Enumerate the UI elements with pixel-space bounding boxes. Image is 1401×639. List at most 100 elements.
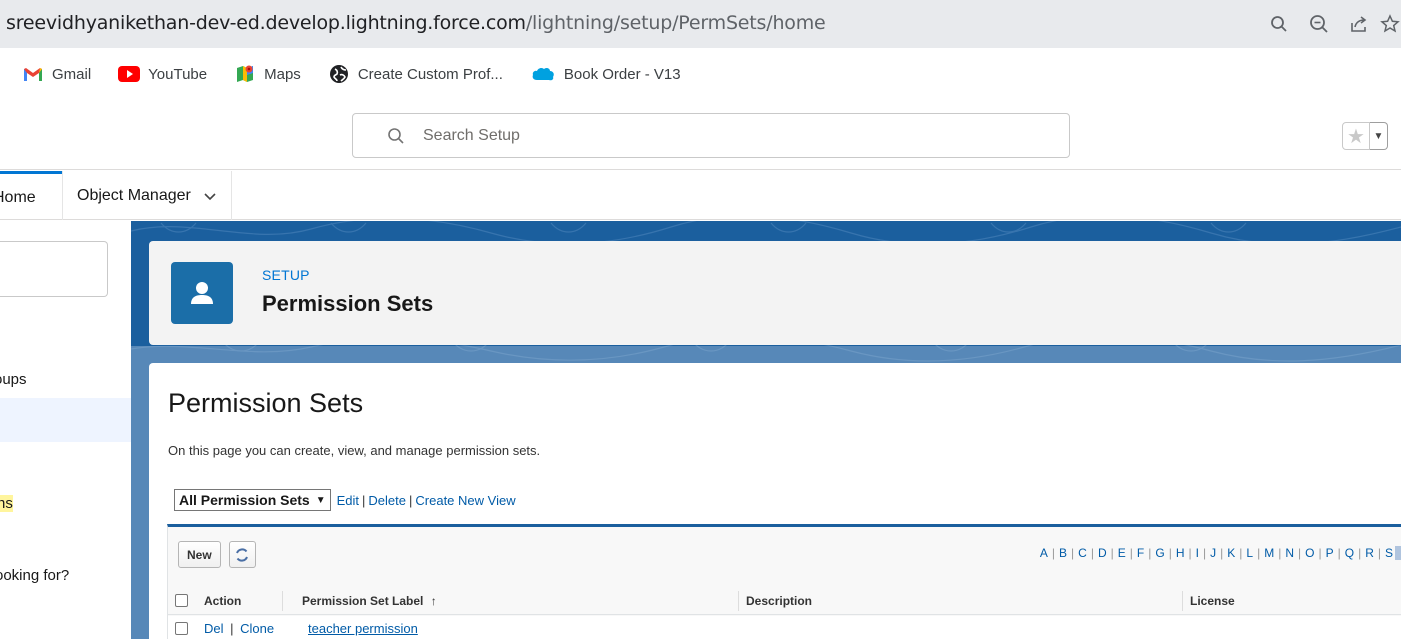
alphabet-letter-e[interactable]: E [1118, 546, 1126, 560]
sidebar-item-help[interactable]: ooking for? [0, 567, 69, 584]
sidebar-item-label: ooking for? [0, 567, 70, 584]
alphabet-letter-q[interactable]: Q [1345, 546, 1354, 560]
column-permission-set-label[interactable]: Permission Set Label ↑ [302, 594, 437, 608]
alphabet-separator: | [1148, 546, 1152, 560]
quick-find-input[interactable] [0, 241, 108, 297]
url-path: /lightning/setup/PermSets/home [525, 12, 826, 34]
view-select-value: All Permission Sets [179, 492, 310, 508]
column-description[interactable]: Description [746, 594, 812, 608]
alphabet-separator: | [1129, 546, 1133, 560]
column-divider [738, 591, 739, 611]
bookmark-label: Maps [264, 65, 301, 83]
page-header: SETUP Permission Sets [149, 241, 1401, 345]
star-icon[interactable] [1379, 10, 1401, 38]
alphabet-letter-s[interactable]: S [1385, 546, 1393, 560]
column-divider [282, 591, 283, 611]
alphabet-separator: | [1257, 546, 1261, 560]
alphabet-more-indicator [1395, 546, 1401, 560]
sidebar-item-permission-sets[interactable]: ns [0, 495, 13, 512]
alphabet-letter-r[interactable]: R [1365, 546, 1374, 560]
search-icon[interactable] [1259, 10, 1299, 38]
setup-nav: Home Object Manager [0, 171, 1401, 220]
separator: | [409, 492, 413, 508]
maps-icon [234, 65, 256, 83]
alphabet-letter-p[interactable]: P [1326, 546, 1334, 560]
alphabet-letter-h[interactable]: H [1176, 546, 1185, 560]
permission-sets-panel: Permission Sets On this page you can cre… [149, 363, 1401, 639]
chevron-down-icon[interactable] [203, 189, 217, 203]
alphabet-letter-a[interactable]: A [1040, 546, 1048, 560]
search-setup-input[interactable]: Search Setup [352, 113, 1070, 158]
alphabet-letter-n[interactable]: N [1285, 546, 1294, 560]
bookmark-label: Create Custom Prof... [357, 65, 503, 83]
row-checkbox[interactable] [175, 622, 188, 635]
bookmark-book-order[interactable]: Book Order - V13 [530, 65, 681, 83]
tab-object-manager-label: Object Manager [77, 186, 191, 204]
tab-object-manager[interactable]: Object Manager [62, 171, 232, 220]
alphabet-separator: | [1071, 546, 1075, 560]
edit-view-link[interactable]: Edit [337, 493, 359, 508]
table-row: Del | Clone teacher permission [168, 616, 1401, 639]
favorites-dropdown-icon[interactable]: ▼ [1370, 122, 1388, 150]
alphabet-separator: | [1220, 546, 1224, 560]
alphabet-letter-g[interactable]: G [1155, 546, 1164, 560]
globe-icon [328, 65, 350, 83]
clone-link[interactable]: Clone [240, 621, 274, 636]
bookmark-youtube[interactable]: YouTube [118, 65, 207, 83]
column-license[interactable]: License [1190, 594, 1235, 608]
zoom-out-icon[interactable] [1299, 10, 1339, 38]
alphabet-letter-d[interactable]: D [1098, 546, 1107, 560]
sidebar-item-label: oups [0, 371, 27, 388]
chevron-down-icon: ▼ [315, 494, 326, 506]
new-button[interactable]: New [178, 541, 221, 568]
url-host: sreevidhyanikethan-dev-ed.develop.lightn… [6, 12, 526, 34]
alphabet-separator: | [1110, 546, 1114, 560]
alphabet-letter-j[interactable]: J [1210, 546, 1216, 560]
alphabet-separator: | [1377, 546, 1381, 560]
page-title: Permission Sets [262, 291, 434, 316]
refresh-button[interactable] [228, 541, 256, 568]
search-icon [388, 127, 404, 144]
select-all-checkbox[interactable] [175, 594, 188, 607]
favorites-group: ★ ▼ [1342, 122, 1398, 150]
user-icon [171, 262, 233, 324]
bookmark-maps[interactable]: Maps [234, 65, 301, 83]
alphabet-separator: | [1202, 546, 1207, 560]
sidebar-item-groups[interactable]: oups [0, 371, 27, 388]
alphabet-letter-m[interactable]: M [1264, 546, 1274, 560]
del-link[interactable]: Del [204, 621, 224, 636]
alphabet-letter-l[interactable]: L [1246, 546, 1253, 560]
url-text[interactable]: sreevidhyanikethan-dev-ed.develop.lightn… [6, 12, 826, 34]
alphabet-letter-k[interactable]: K [1227, 546, 1235, 560]
new-button-label: New [187, 547, 212, 562]
delete-view-link[interactable]: Delete [368, 493, 406, 508]
alphabet-letter-i[interactable]: I [1196, 546, 1199, 560]
sidebar-item-label: ns [0, 495, 13, 512]
bookmark-create-custom-prof[interactable]: Create Custom Prof... [328, 65, 503, 83]
alphabet-separator: | [1090, 546, 1094, 560]
tab-home[interactable]: Home [0, 171, 62, 220]
separator: | [362, 492, 366, 508]
sidebar-item-selected[interactable] [0, 398, 131, 442]
create-new-view-link[interactable]: Create New View [415, 493, 515, 508]
share-icon[interactable] [1339, 10, 1379, 38]
alphabet-separator: | [1168, 546, 1172, 560]
content-heading: Permission Sets [168, 388, 364, 418]
column-divider [1182, 591, 1183, 611]
favorite-star-icon[interactable]: ★ [1342, 122, 1370, 150]
browser-address-bar[interactable]: sreevidhyanikethan-dev-ed.develop.lightn… [0, 0, 1401, 48]
search-placeholder: Search Setup [423, 126, 520, 144]
salesforce-cloud-icon [530, 65, 556, 83]
bookmark-gmail[interactable]: Gmail [22, 65, 91, 83]
permission-set-link[interactable]: teacher permission [308, 621, 418, 636]
alphabet-separator: | [1337, 546, 1341, 560]
alphabet-letter-b[interactable]: B [1059, 546, 1067, 560]
alphabet-letter-f[interactable]: F [1137, 546, 1144, 560]
separator: | [230, 621, 234, 636]
gmail-icon [22, 65, 44, 83]
alphabet-letter-c[interactable]: C [1078, 546, 1087, 560]
alphabet-letter-o[interactable]: O [1305, 546, 1314, 560]
table-header: Action Permission Set Label ↑ Descriptio… [168, 587, 1401, 615]
view-select[interactable]: All Permission Sets ▼ [174, 489, 331, 511]
column-label-text: Permission Set Label [302, 593, 424, 608]
